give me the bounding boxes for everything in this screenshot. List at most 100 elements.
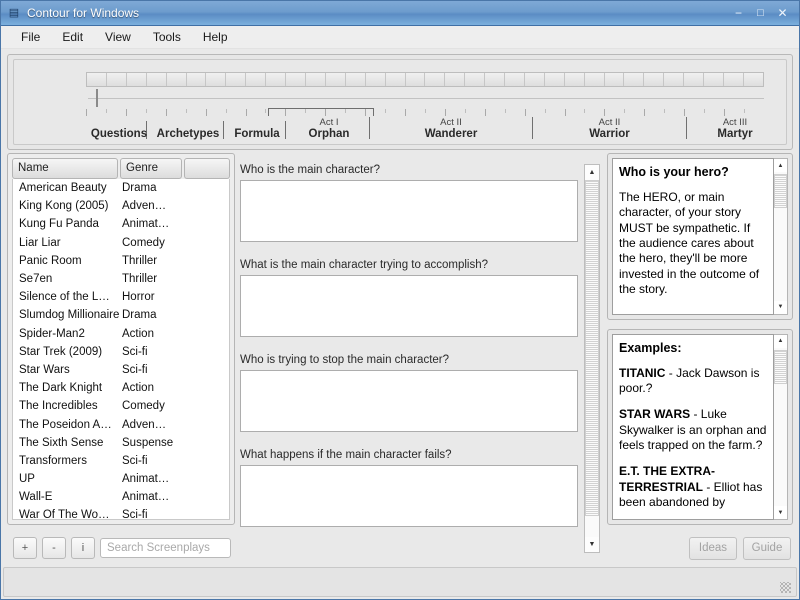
ruler-cell[interactable]	[624, 73, 644, 86]
timeline-playhead[interactable]	[96, 89, 98, 107]
ruler-cell[interactable]	[87, 73, 107, 86]
menu-view[interactable]: View	[95, 28, 141, 46]
segment-archetypes[interactable]: Archetypes	[150, 128, 226, 140]
ruler-cell[interactable]	[406, 73, 426, 86]
ruler-cell[interactable]	[246, 73, 266, 86]
guide-button[interactable]: Guide	[743, 537, 791, 560]
question-input[interactable]	[240, 180, 578, 242]
ruler-cell[interactable]	[366, 73, 386, 86]
table-row[interactable]: The Dark KnightAction	[13, 379, 229, 397]
ruler-cell[interactable]	[187, 73, 207, 86]
hero-scroll-track[interactable]	[774, 172, 787, 301]
ruler-cell[interactable]	[326, 73, 346, 86]
add-screenplay-button[interactable]: +	[13, 537, 37, 559]
ruler-cell[interactable]	[724, 73, 744, 86]
column-header-extra[interactable]	[184, 158, 230, 179]
ruler-cell[interactable]	[147, 73, 167, 86]
column-header-genre[interactable]: Genre	[120, 158, 182, 179]
menu-tools[interactable]: Tools	[143, 28, 191, 46]
table-row[interactable]: War Of The Wo…Sci-fi	[13, 506, 229, 520]
table-row[interactable]: Star Trek (2009)Sci-fi	[13, 343, 229, 361]
column-header-name[interactable]: Name	[12, 158, 118, 179]
ruler-cell[interactable]	[386, 73, 406, 86]
questions-scrollbar[interactable]: ▲ ▼	[584, 164, 600, 553]
info-screenplay-button[interactable]: i	[71, 537, 95, 559]
hero-scroll-thumb[interactable]	[774, 174, 787, 208]
examples-scrollbar[interactable]: ▲ ▼	[774, 334, 788, 520]
hero-scroll-up-icon[interactable]: ▲	[774, 159, 787, 172]
table-row[interactable]: Se7enThriller	[13, 270, 229, 288]
ruler-cell[interactable]	[525, 73, 545, 86]
table-row[interactable]: The Poseidon A…Adven…	[13, 415, 229, 433]
ruler-cell[interactable]	[226, 73, 246, 86]
hero-scrollbar[interactable]: ▲ ▼	[774, 158, 788, 315]
segment-act3-martyr[interactable]: Act III Martyr	[687, 118, 783, 140]
ruler-cell[interactable]	[704, 73, 724, 86]
scrollbar-thumb[interactable]	[585, 180, 599, 516]
segment-act1-orphan[interactable]: Act I Orphan	[289, 118, 369, 140]
menu-edit[interactable]: Edit	[52, 28, 93, 46]
examples-scroll-up-icon[interactable]: ▲	[774, 335, 787, 348]
table-row[interactable]: Panic RoomThriller	[13, 252, 229, 270]
ruler-cell[interactable]	[346, 73, 366, 86]
ruler-cell[interactable]	[465, 73, 485, 86]
scrollbar-track[interactable]	[585, 180, 599, 537]
remove-screenplay-button[interactable]: -	[42, 537, 66, 559]
question-input[interactable]	[240, 275, 578, 337]
menu-help[interactable]: Help	[193, 28, 238, 46]
minimize-button[interactable]: −	[732, 7, 745, 20]
table-row[interactable]: Spider-Man2Action	[13, 325, 229, 343]
table-row[interactable]: Silence of the L…Horror	[13, 288, 229, 306]
resize-grip-icon[interactable]	[780, 582, 791, 593]
menu-file[interactable]: File	[11, 28, 50, 46]
table-row[interactable]: Liar LiarComedy	[13, 234, 229, 252]
ruler-cell[interactable]	[505, 73, 525, 86]
close-button[interactable]: ✕	[776, 7, 789, 20]
table-row[interactable]: American BeautyDrama	[13, 179, 229, 197]
segment-questions[interactable]: Questions	[80, 128, 158, 140]
ruler-cell[interactable]	[445, 73, 465, 86]
segment-formula[interactable]: Formula	[226, 128, 288, 140]
ruler-cell[interactable]	[664, 73, 684, 86]
ruler-cell[interactable]	[644, 73, 664, 86]
table-row[interactable]: Kung Fu PandaAnimat…	[13, 215, 229, 233]
ruler-cell[interactable]	[585, 73, 605, 86]
examples-scroll-down-icon[interactable]: ▼	[774, 506, 787, 519]
maximize-button[interactable]: □	[754, 7, 767, 20]
ruler-cell[interactable]	[425, 73, 445, 86]
question-input[interactable]	[240, 370, 578, 432]
question-input[interactable]	[240, 465, 578, 527]
table-row[interactable]: The Sixth SenseSuspense	[13, 434, 229, 452]
ruler-cell[interactable]	[167, 73, 187, 86]
ruler-cell[interactable]	[266, 73, 286, 86]
ruler-cell[interactable]	[605, 73, 625, 86]
table-row[interactable]: The IncrediblesComedy	[13, 397, 229, 415]
ideas-button[interactable]: Ideas	[689, 537, 737, 560]
ruler-cell[interactable]	[744, 73, 763, 86]
ruler-cell[interactable]	[127, 73, 147, 86]
examples-scroll-track[interactable]	[774, 348, 787, 506]
ruler-cell[interactable]	[485, 73, 505, 86]
ruler-cell[interactable]	[545, 73, 565, 86]
timeline-ruler[interactable]	[86, 72, 764, 87]
table-row[interactable]: UPAnimat…	[13, 470, 229, 488]
ruler-cell[interactable]	[286, 73, 306, 86]
ruler-cell[interactable]	[206, 73, 226, 86]
timeline-track[interactable]	[88, 98, 764, 99]
ruler-cell[interactable]	[684, 73, 704, 86]
table-row[interactable]: Slumdog MillionaireDrama	[13, 306, 229, 324]
table-row[interactable]: Star WarsSci-fi	[13, 361, 229, 379]
table-row[interactable]: King Kong (2005)Adven…	[13, 197, 229, 215]
ruler-cell[interactable]	[306, 73, 326, 86]
search-input[interactable]: Search Screenplays	[100, 538, 231, 558]
segment-act2-warrior[interactable]: Act II Warrior	[533, 118, 686, 140]
table-row[interactable]: Wall-EAnimat…	[13, 488, 229, 506]
scroll-down-icon[interactable]: ▼	[585, 537, 599, 552]
ruler-cell[interactable]	[565, 73, 585, 86]
scroll-up-icon[interactable]: ▲	[585, 165, 599, 180]
hero-scroll-down-icon[interactable]: ▼	[774, 301, 787, 314]
table-row[interactable]: TransformersSci-fi	[13, 452, 229, 470]
ruler-cell[interactable]	[107, 73, 127, 86]
list-rows[interactable]: American BeautyDramaKing Kong (2005)Adve…	[12, 179, 230, 520]
examples-scroll-thumb[interactable]	[774, 350, 787, 384]
